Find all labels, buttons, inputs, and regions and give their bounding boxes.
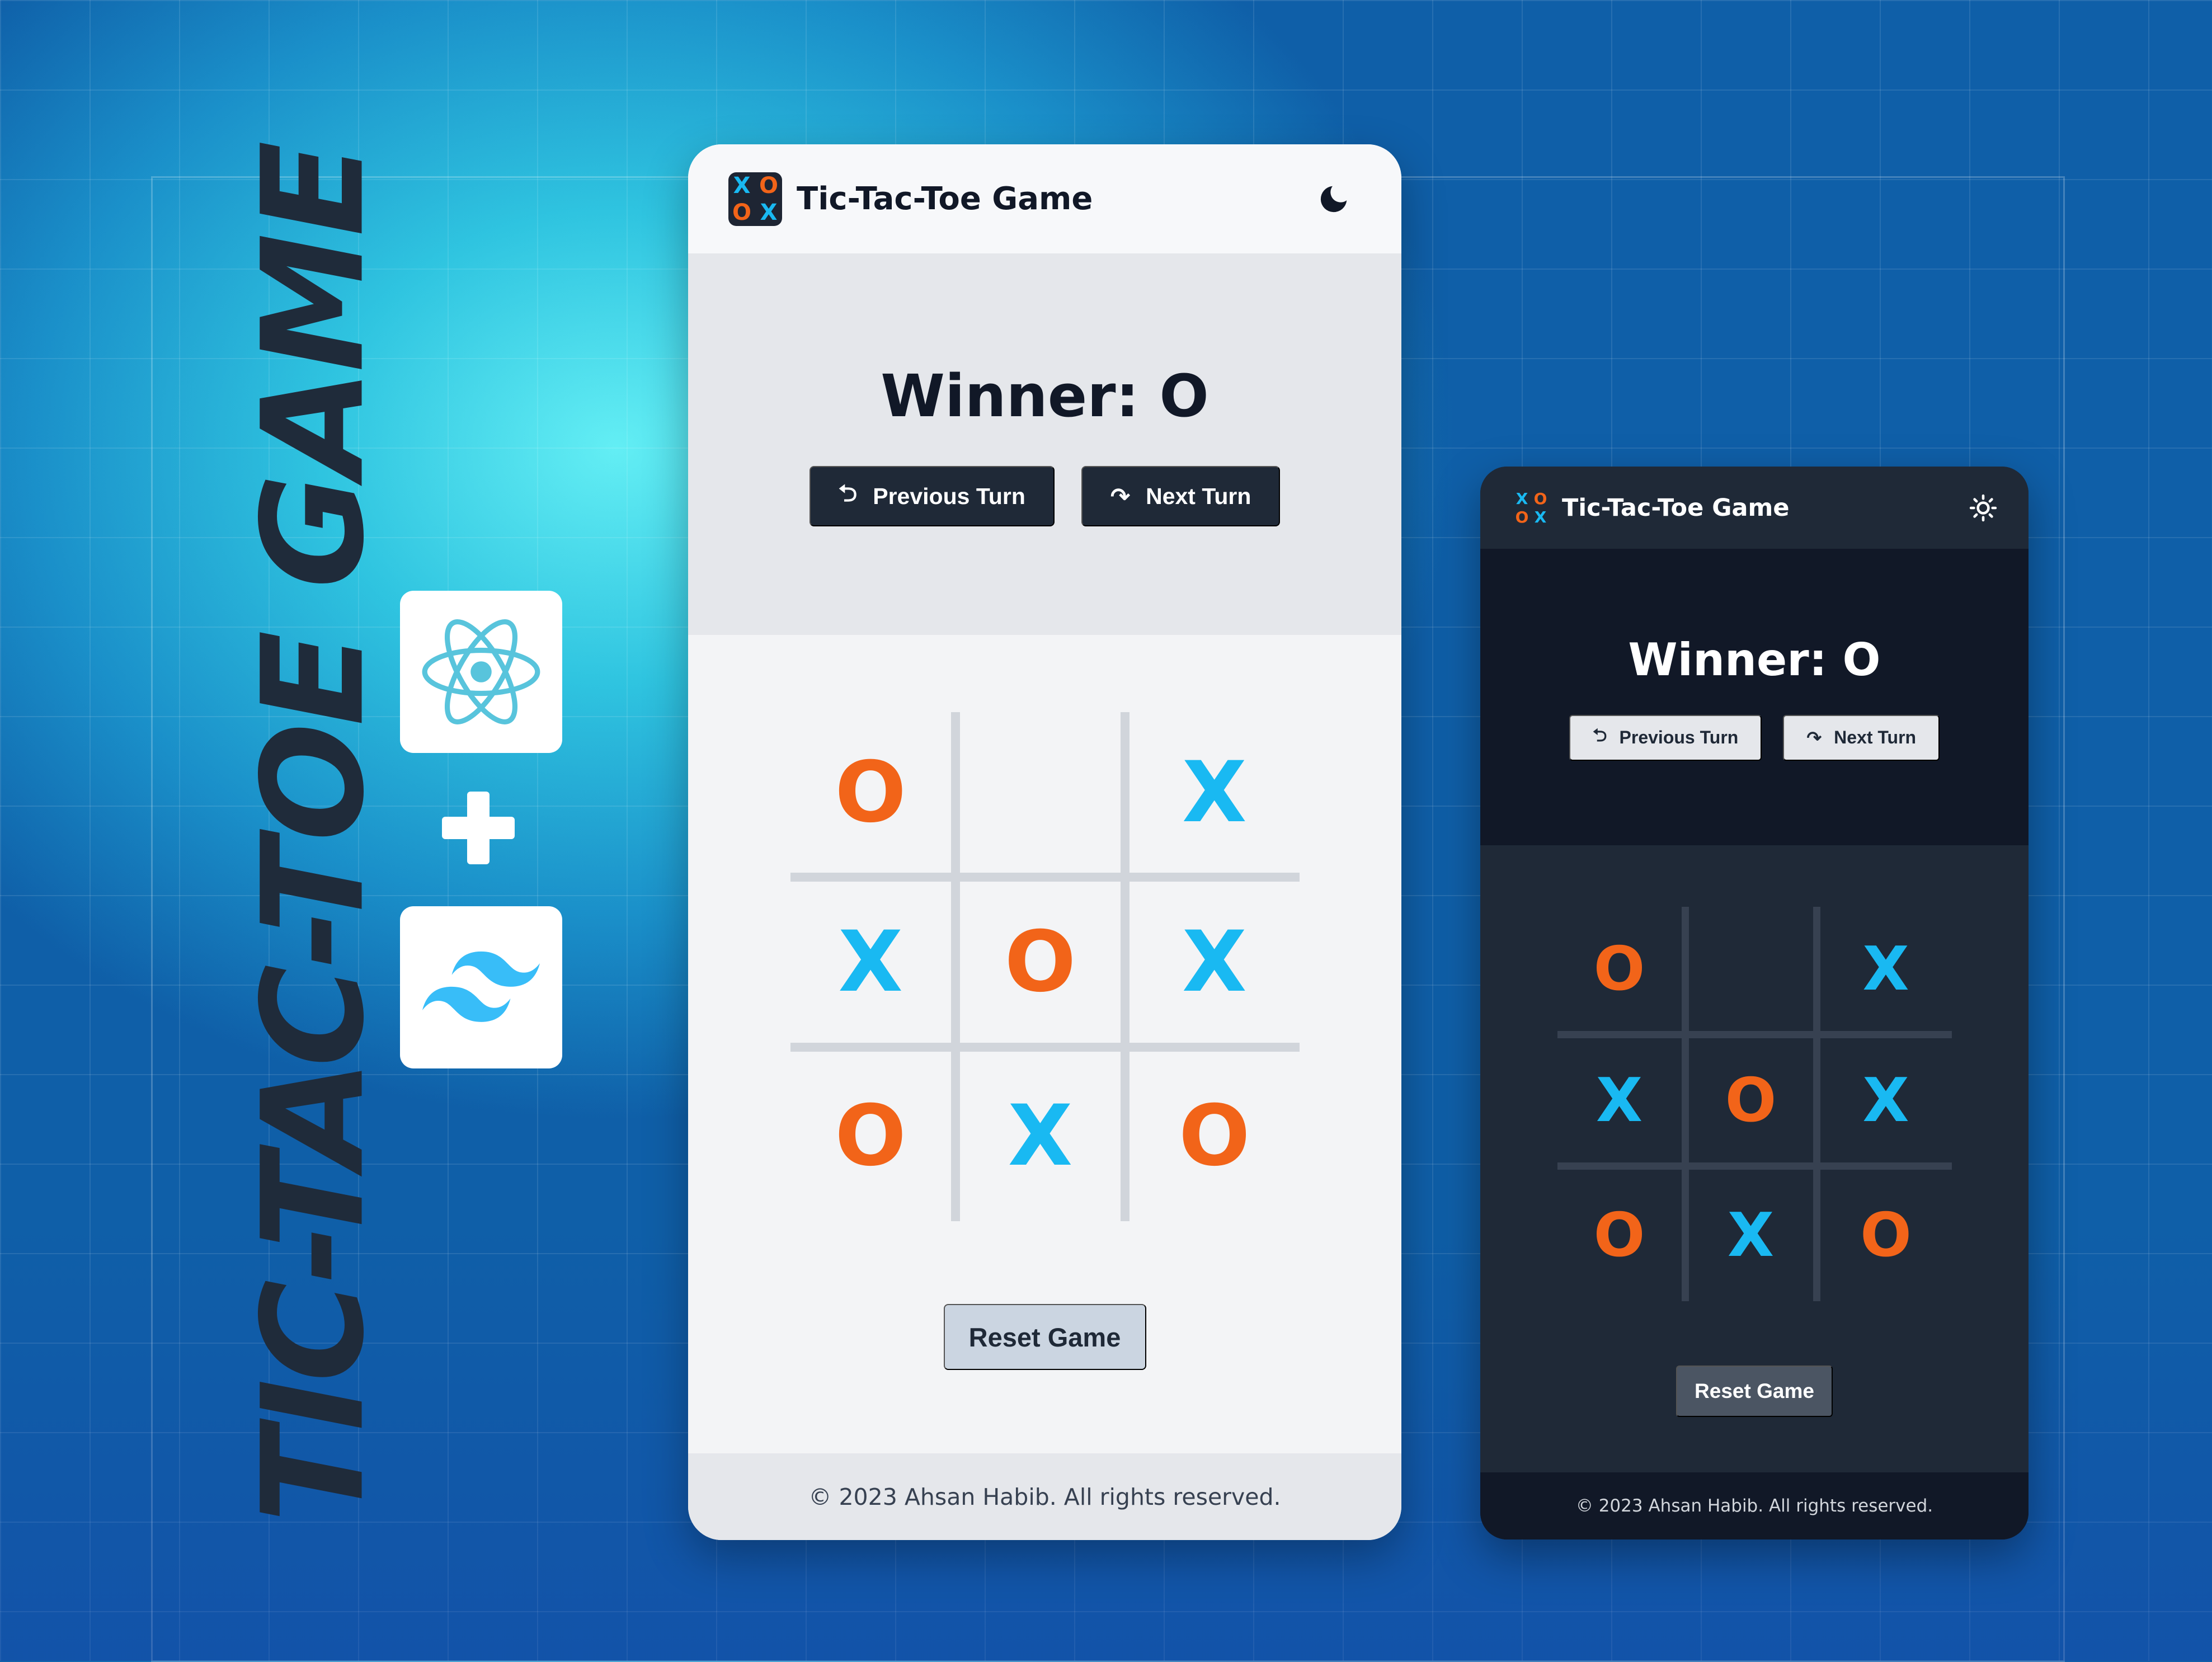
app-header: X O O X Tic-Tac-Toe Game — [688, 144, 1401, 253]
app-title: Tic-Tac-Toe Game — [797, 181, 1093, 217]
status-panel: Winner: O ⮌ Previous Turn ↷ Next Turn — [688, 253, 1401, 635]
react-badge — [400, 591, 562, 753]
brand: X O O X Tic-Tac-Toe Game — [728, 172, 1093, 226]
board-cell[interactable]: O — [1688, 1038, 1820, 1170]
board-cell[interactable]: X — [1129, 712, 1300, 882]
board-cell[interactable]: X — [960, 1051, 1130, 1221]
board-cell[interactable]: X — [1689, 1170, 1820, 1301]
dark-theme-app: X O O X Tic-Tac-Toe Game Winner: O ⮌ Pre… — [1480, 467, 2029, 1539]
moon-icon[interactable] — [1316, 182, 1351, 216]
board-cell[interactable] — [1688, 907, 1820, 1038]
next-turn-label: Next Turn — [1834, 727, 1917, 747]
next-turn-button[interactable]: ↷ Next Turn — [1081, 466, 1281, 526]
logo-icon: X O O X — [728, 172, 782, 226]
board-panel: O X X O X O X O Reset Game — [1480, 845, 2029, 1472]
footer: © 2023 Ahsan Habib. All rights reserved. — [1480, 1472, 2029, 1539]
reset-game-button[interactable]: Reset Game — [943, 1304, 1146, 1370]
banner-title: TIC-TAC-TOE GAME — [232, 144, 395, 1523]
app-title: Tic-Tac-Toe Game — [1562, 493, 1790, 522]
app-header: X O O X Tic-Tac-Toe Game — [1480, 467, 2029, 549]
logo-mark-x: X — [760, 199, 778, 225]
sun-icon[interactable] — [1969, 494, 1997, 522]
board-cell[interactable] — [959, 712, 1130, 882]
redo-icon: ↷ — [1110, 483, 1131, 510]
redo-icon: ↷ — [1806, 727, 1822, 748]
reset-game-button[interactable]: Reset Game — [1676, 1366, 1833, 1417]
next-turn-button[interactable]: ↷ Next Turn — [1783, 714, 1940, 761]
winner-status: Winner: O — [1628, 633, 1881, 686]
turn-controls: ⮌ Previous Turn ↷ Next Turn — [809, 466, 1281, 526]
previous-turn-label: Previous Turn — [873, 483, 1025, 509]
game-board: O X X O X O X O — [1557, 907, 1952, 1301]
undo-icon: ⮌ — [1592, 724, 1607, 745]
board-cell[interactable]: X — [1129, 882, 1300, 1052]
board-cell[interactable]: X — [1557, 1038, 1689, 1170]
status-panel: Winner: O ⮌ Previous Turn ↷ Next Turn — [1480, 549, 2029, 845]
tailwind-badge — [400, 906, 562, 1068]
react-icon — [422, 619, 540, 725]
logo-mark-o: O — [732, 199, 751, 225]
winner-status: Winner: O — [881, 362, 1209, 430]
brand: X O O X Tic-Tac-Toe Game — [1513, 489, 1789, 526]
board-panel: O X X O X O X O Reset Game — [688, 635, 1401, 1453]
light-theme-app: X O O X Tic-Tac-Toe Game Winner: O ⮌ Pre… — [688, 144, 1401, 1540]
plus-icon — [442, 792, 515, 864]
logo-mark-o: O — [1533, 489, 1547, 508]
turn-controls: ⮌ Previous Turn ↷ Next Turn — [1569, 714, 1940, 761]
game-board: O X X O X O X O — [790, 712, 1300, 1221]
board-cell[interactable]: X — [1820, 1038, 1952, 1170]
footer: © 2023 Ahsan Habib. All rights reserved. — [688, 1453, 1401, 1540]
board-cell[interactable]: X — [1820, 907, 1952, 1038]
board-cell[interactable]: O — [1820, 1170, 1952, 1301]
board-cell[interactable]: X — [790, 882, 960, 1052]
logo-mark-o: O — [1515, 507, 1529, 526]
board-cell[interactable]: O — [1557, 907, 1689, 1038]
logo-mark-x: X — [733, 172, 751, 199]
tailwind-icon — [422, 951, 540, 1022]
logo-mark-x: X — [1516, 489, 1528, 508]
logo-mark-x: X — [1534, 507, 1547, 526]
board-cell[interactable]: O — [959, 882, 1130, 1052]
board-cell[interactable]: O — [790, 712, 960, 882]
undo-icon: ⮌ — [838, 479, 858, 506]
board-cell[interactable]: O — [1557, 1170, 1689, 1301]
previous-turn-button[interactable]: ⮌ Previous Turn — [809, 466, 1055, 526]
logo-icon: X O O X — [1513, 489, 1550, 526]
previous-turn-label: Previous Turn — [1619, 727, 1739, 747]
logo-mark-o: O — [759, 172, 778, 199]
board-cell[interactable]: O — [790, 1051, 960, 1221]
next-turn-label: Next Turn — [1146, 483, 1251, 509]
board-cell[interactable]: O — [1129, 1052, 1299, 1221]
previous-turn-button[interactable]: ⮌ Previous Turn — [1569, 714, 1762, 761]
